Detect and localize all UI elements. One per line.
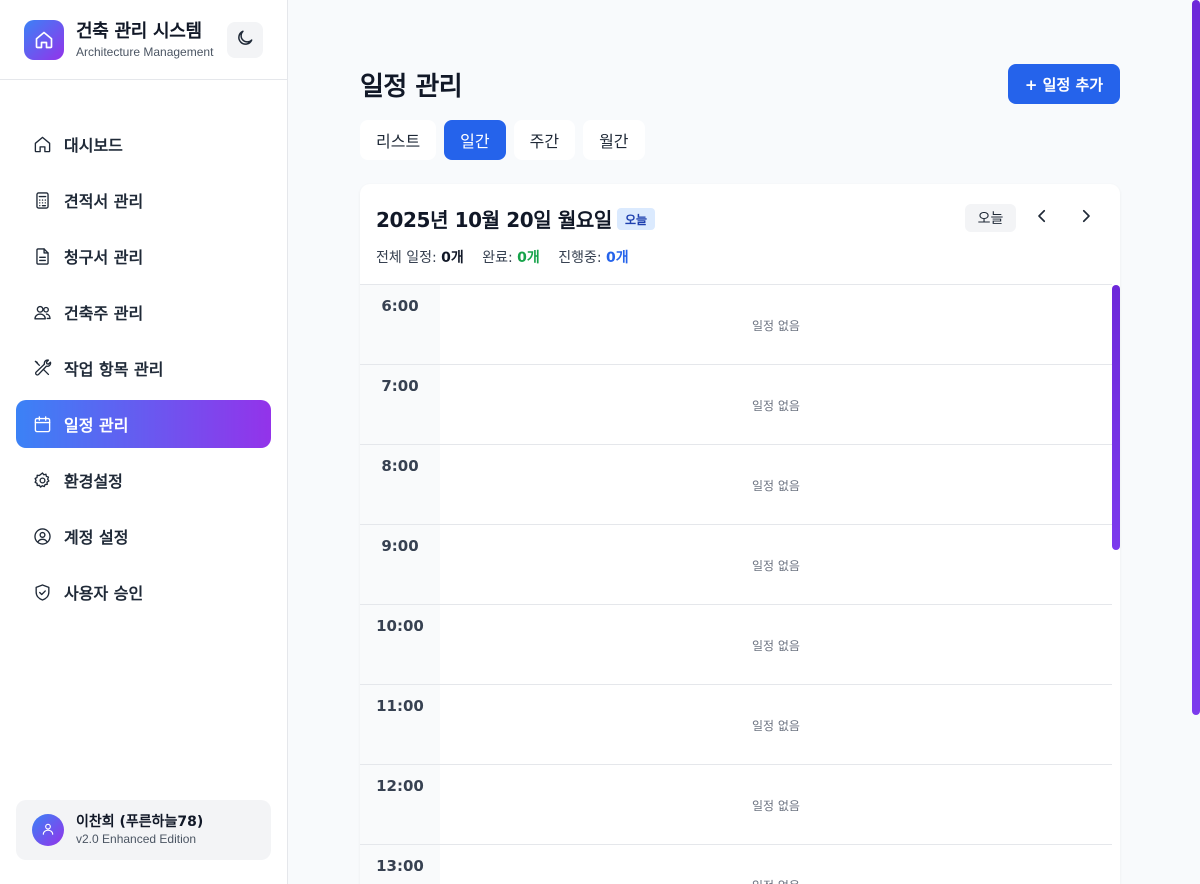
time-slot[interactable]: 9:00 일정 없음 (360, 525, 1112, 605)
slot-time: 11:00 (360, 685, 440, 764)
sidebar-item-user-approval[interactable]: 사용자 승인 (16, 568, 271, 616)
slot-time: 13:00 (360, 845, 440, 884)
sidebar-item-label: 대시보드 (64, 136, 123, 155)
stat-done-label: 완료: (482, 250, 513, 266)
user-name: 이찬희 (푸른하늘78) (76, 814, 204, 830)
time-slot[interactable]: 7:00 일정 없음 (360, 365, 1112, 445)
sidebar-item-label: 일정 관리 (64, 416, 129, 435)
user-profile-card[interactable]: 이찬희 (푸른하늘78) v2.0 Enhanced Edition (16, 800, 271, 860)
current-date: 2025년 10월 20일 월요일 (376, 208, 612, 232)
sidebar: 건축 관리 시스템 Architecture Management 대시보드 견… (0, 0, 288, 884)
today-badge: 오늘 (617, 208, 656, 230)
shield-check-icon (32, 582, 52, 602)
time-slot[interactable]: 6:00 일정 없음 (360, 285, 1112, 365)
tools-icon (32, 358, 52, 378)
timeline-scrollbar[interactable] (1112, 285, 1120, 550)
calculator-icon (32, 190, 52, 210)
next-day-button[interactable] (1074, 206, 1098, 230)
user-icon (41, 821, 55, 840)
stat-done-value: 0개 (517, 250, 540, 266)
sidebar-item-label: 청구서 관리 (64, 248, 144, 267)
file-text-icon (32, 246, 52, 266)
day-timeline: 6:00 일정 없음 7:00 일정 없음 8:00 일정 없음 9:00 일정… (360, 284, 1112, 884)
page-scrollbar[interactable] (1192, 0, 1200, 715)
sidebar-item-label: 계정 설정 (64, 528, 129, 547)
slot-time: 10:00 (360, 605, 440, 684)
calendar-icon (32, 414, 52, 434)
slot-empty-text: 일정 없음 (752, 799, 800, 813)
slot-empty-text: 일정 없음 (440, 845, 1112, 884)
slot-empty-text: 일정 없음 (752, 559, 800, 573)
sidebar-item-label: 건축주 관리 (64, 304, 144, 323)
time-slot[interactable]: 13:00 일정 없음 (360, 845, 1112, 884)
slot-time: 9:00 (360, 525, 440, 604)
sidebar-item-work-items[interactable]: 작업 항목 관리 (16, 344, 271, 392)
slot-empty-text: 일정 없음 (752, 319, 800, 333)
slot-time: 8:00 (360, 445, 440, 524)
brand-header: 건축 관리 시스템 Architecture Management (0, 0, 287, 80)
moon-icon (235, 28, 255, 52)
time-slot[interactable]: 10:00 일정 없음 (360, 605, 1112, 685)
app-subtitle: Architecture Management (76, 45, 214, 59)
stat-done: 완료: 0개 (482, 250, 540, 266)
chevron-right-icon (1077, 207, 1095, 229)
slot-empty-text: 일정 없음 (752, 719, 800, 733)
view-tabs: 리스트 일간 주간 월간 (360, 120, 645, 160)
sidebar-item-clients[interactable]: 건축주 관리 (16, 288, 271, 336)
time-slot[interactable]: 8:00 일정 없음 (360, 445, 1112, 525)
sidebar-item-label: 사용자 승인 (64, 584, 144, 603)
tab-weekly[interactable]: 주간 (513, 120, 576, 160)
daily-schedule-panel: 2025년 10월 20일 월요일 오늘 오늘 전체 일정: 0개 완료: 0개… (360, 184, 1120, 884)
sidebar-item-preferences[interactable]: 환경설정 (16, 456, 271, 504)
stat-total-label: 전체 일정: (376, 250, 437, 266)
stat-progress-value: 0개 (606, 250, 629, 266)
theme-toggle-button[interactable] (227, 22, 263, 58)
time-slot[interactable]: 11:00 일정 없음 (360, 685, 1112, 765)
gear-icon (32, 470, 52, 490)
users-icon (32, 302, 52, 322)
sidebar-item-estimates[interactable]: 견적서 관리 (16, 176, 271, 224)
sidebar-nav: 대시보드 견적서 관리 청구서 관리 건축주 관리 작업 항목 관리 일정 관리… (16, 120, 271, 624)
stat-in-progress: 진행중: 0개 (558, 250, 628, 266)
today-button[interactable]: 오늘 (965, 204, 1016, 232)
home-icon (32, 134, 52, 154)
home-icon[interactable] (24, 20, 64, 60)
page-title: 일정 관리 (360, 72, 463, 102)
sidebar-item-dashboard[interactable]: 대시보드 (16, 120, 271, 168)
slot-empty-text: 일정 없음 (752, 399, 800, 413)
stat-total-value: 0개 (441, 250, 464, 266)
stat-progress-label: 진행중: (558, 250, 602, 266)
tab-monthly[interactable]: 월간 (583, 120, 645, 160)
tab-list[interactable]: 리스트 (360, 120, 437, 160)
sidebar-item-label: 견적서 관리 (64, 192, 144, 211)
slot-empty-text: 일정 없음 (752, 639, 800, 653)
schedule-stats: 전체 일정: 0개 완료: 0개 진행중: 0개 (376, 247, 643, 267)
sidebar-item-label: 환경설정 (64, 472, 123, 491)
sidebar-item-account[interactable]: 계정 설정 (16, 512, 271, 560)
slot-time: 6:00 (360, 285, 440, 364)
sidebar-item-invoices[interactable]: 청구서 관리 (16, 232, 271, 280)
slot-time: 7:00 (360, 365, 440, 444)
slot-empty-text: 일정 없음 (752, 479, 800, 493)
previous-day-button[interactable] (1030, 206, 1054, 230)
add-schedule-button[interactable]: + 일정 추가 (1008, 64, 1120, 104)
slot-time: 12:00 (360, 765, 440, 844)
sidebar-item-label: 작업 항목 관리 (64, 360, 164, 379)
tab-daily[interactable]: 일간 (444, 120, 506, 160)
time-slot[interactable]: 12:00 일정 없음 (360, 765, 1112, 845)
stat-total: 전체 일정: 0개 (376, 250, 464, 266)
app-version: v2.0 Enhanced Edition (76, 832, 197, 846)
user-circle-icon (32, 526, 52, 546)
sidebar-item-schedule[interactable]: 일정 관리 (16, 400, 271, 448)
avatar (32, 814, 64, 846)
app-title: 건축 관리 시스템 (76, 21, 202, 42)
chevron-left-icon (1033, 207, 1051, 229)
